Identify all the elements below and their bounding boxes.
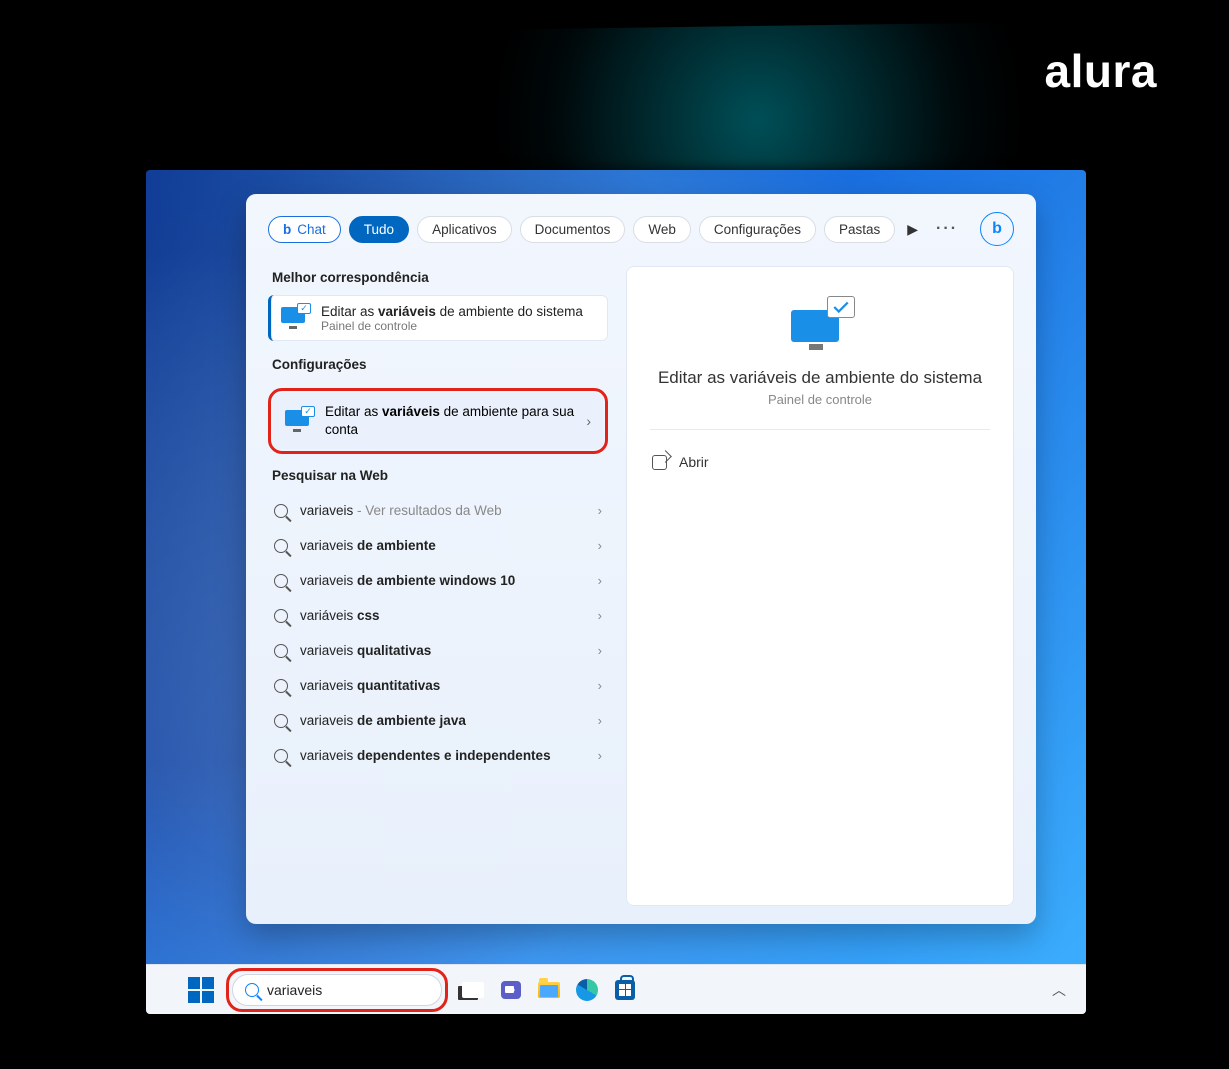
system-settings-icon: ✓	[281, 303, 311, 333]
web-result-text: variáveis css	[300, 608, 380, 623]
bing-icon: b	[992, 220, 1002, 238]
chevron-right-icon: ›	[598, 573, 602, 588]
pill-chat[interactable]: b Chat	[268, 216, 341, 243]
pill-tudo[interactable]: Tudo	[349, 216, 409, 243]
search-icon	[245, 983, 259, 997]
best-match-sub: Painel de controle	[321, 319, 583, 333]
best-match-title: Editar as variáveis de ambiente do siste…	[321, 304, 583, 319]
bm-bold: variáveis	[378, 304, 436, 319]
web-result-item[interactable]: variaveis de ambiente windows 10 ›	[268, 563, 608, 598]
section-settings: Configurações	[272, 357, 608, 372]
web-result-text: variaveis de ambiente windows 10	[300, 573, 515, 588]
bm-post: de ambiente do sistema	[436, 304, 583, 319]
web-result-text: variaveis qualitativas	[300, 643, 431, 658]
annotation-highlight: ✓ Editar as variáveis de ambiente para s…	[268, 388, 608, 454]
bing-glyph: b	[283, 222, 291, 237]
search-input[interactable]	[267, 982, 429, 998]
detail-sub: Painel de controle	[650, 392, 990, 407]
pill-documentos-label: Documentos	[535, 222, 611, 237]
system-settings-icon: ✓	[285, 406, 315, 436]
search-icon	[274, 539, 288, 553]
start-search-panel: b Chat Tudo Aplicativos Documentos Web C…	[246, 194, 1036, 924]
chevron-right-icon: ›	[586, 413, 591, 429]
pill-aplicativos[interactable]: Aplicativos	[417, 216, 512, 243]
web-result-text: variaveis - Ver resultados da Web	[300, 503, 502, 518]
chevron-right-icon: ›	[598, 608, 602, 623]
chevron-right-icon: ›	[598, 643, 602, 658]
web-result-text: variaveis de ambiente	[300, 538, 436, 553]
detail-pane: Editar as variáveis de ambiente do siste…	[626, 266, 1014, 906]
pill-chat-label: Chat	[297, 222, 326, 237]
web-result-item[interactable]: variáveis css ›	[268, 598, 608, 633]
divider	[650, 429, 990, 430]
best-match-item[interactable]: ✓ Editar as variáveis de ambiente do sis…	[268, 295, 608, 341]
open-action[interactable]: Abrir	[650, 452, 990, 472]
ms-store-button[interactable]	[612, 977, 638, 1003]
detail-title: Editar as variáveis de ambiente do siste…	[650, 368, 990, 388]
web-results-list: variaveis - Ver resultados da Web›variav…	[268, 493, 608, 773]
open-label: Abrir	[679, 454, 709, 470]
detail-system-icon	[785, 296, 855, 352]
bing-chat-button[interactable]: b	[980, 212, 1014, 246]
task-view-button[interactable]	[460, 977, 486, 1003]
search-icon	[274, 714, 288, 728]
filter-pill-row: b Chat Tudo Aplicativos Documentos Web C…	[268, 212, 1014, 246]
taskbar: ︿	[146, 964, 1086, 1014]
search-icon	[274, 644, 288, 658]
pill-configuracoes[interactable]: Configurações	[699, 216, 816, 243]
windows-desktop: b Chat Tudo Aplicativos Documentos Web C…	[146, 170, 1086, 1014]
web-result-item[interactable]: variaveis dependentes e independentes ›	[268, 738, 608, 773]
results-column: Melhor correspondência ✓ Editar as variá…	[268, 266, 608, 906]
search-icon	[274, 609, 288, 623]
pill-configuracoes-label: Configurações	[714, 222, 801, 237]
presentation-frame: alura b Chat Tudo Aplicativos Documentos…	[32, 20, 1197, 1033]
section-web: Pesquisar na Web	[272, 468, 608, 483]
search-icon	[274, 749, 288, 763]
search-icon	[274, 679, 288, 693]
edge-button[interactable]	[574, 977, 600, 1003]
chevron-right-icon: ›	[598, 713, 602, 728]
pill-pastas[interactable]: Pastas	[824, 216, 895, 243]
open-external-icon	[652, 455, 667, 470]
pill-web-label: Web	[648, 222, 676, 237]
brand-label: alura	[1045, 44, 1157, 98]
web-result-text: variaveis de ambiente java	[300, 713, 466, 728]
overflow-menu-icon[interactable]: ···	[936, 220, 958, 238]
chevron-right-icon: ›	[598, 538, 602, 553]
chat-button[interactable]	[498, 977, 524, 1003]
chevron-right-icon: ›	[598, 678, 602, 693]
web-result-item[interactable]: variaveis qualitativas ›	[268, 633, 608, 668]
pill-aplicativos-label: Aplicativos	[432, 222, 497, 237]
bm-pre: Editar as	[321, 304, 378, 319]
file-explorer-button[interactable]	[536, 977, 562, 1003]
start-button[interactable]	[188, 977, 214, 1003]
search-icon	[274, 504, 288, 518]
settings-result-item[interactable]: ✓ Editar as variáveis de ambiente para s…	[273, 393, 603, 449]
section-best-match: Melhor correspondência	[272, 270, 608, 285]
pill-pastas-label: Pastas	[839, 222, 880, 237]
more-filters-arrow-icon[interactable]: ▶	[907, 221, 918, 238]
chevron-right-icon: ›	[598, 503, 602, 518]
web-result-item[interactable]: variaveis - Ver resultados da Web ›	[268, 493, 608, 528]
si-bold: variáveis	[382, 404, 440, 419]
web-result-item[interactable]: variaveis de ambiente java ›	[268, 703, 608, 738]
pill-documentos[interactable]: Documentos	[520, 216, 626, 243]
web-result-item[interactable]: variaveis de ambiente ›	[268, 528, 608, 563]
web-result-text: variaveis dependentes e independentes	[300, 748, 551, 763]
web-result-item[interactable]: variaveis quantitativas ›	[268, 668, 608, 703]
pill-web[interactable]: Web	[633, 216, 691, 243]
tray-overflow-icon[interactable]: ︿	[1052, 980, 1066, 1000]
si-pre: Editar as	[325, 404, 382, 419]
search-icon	[274, 574, 288, 588]
chevron-right-icon: ›	[598, 748, 602, 763]
web-result-text: variaveis quantitativas	[300, 678, 440, 693]
pill-tudo-label: Tudo	[364, 222, 394, 237]
taskbar-search[interactable]	[232, 974, 442, 1006]
annotation-highlight-search	[226, 968, 448, 1012]
